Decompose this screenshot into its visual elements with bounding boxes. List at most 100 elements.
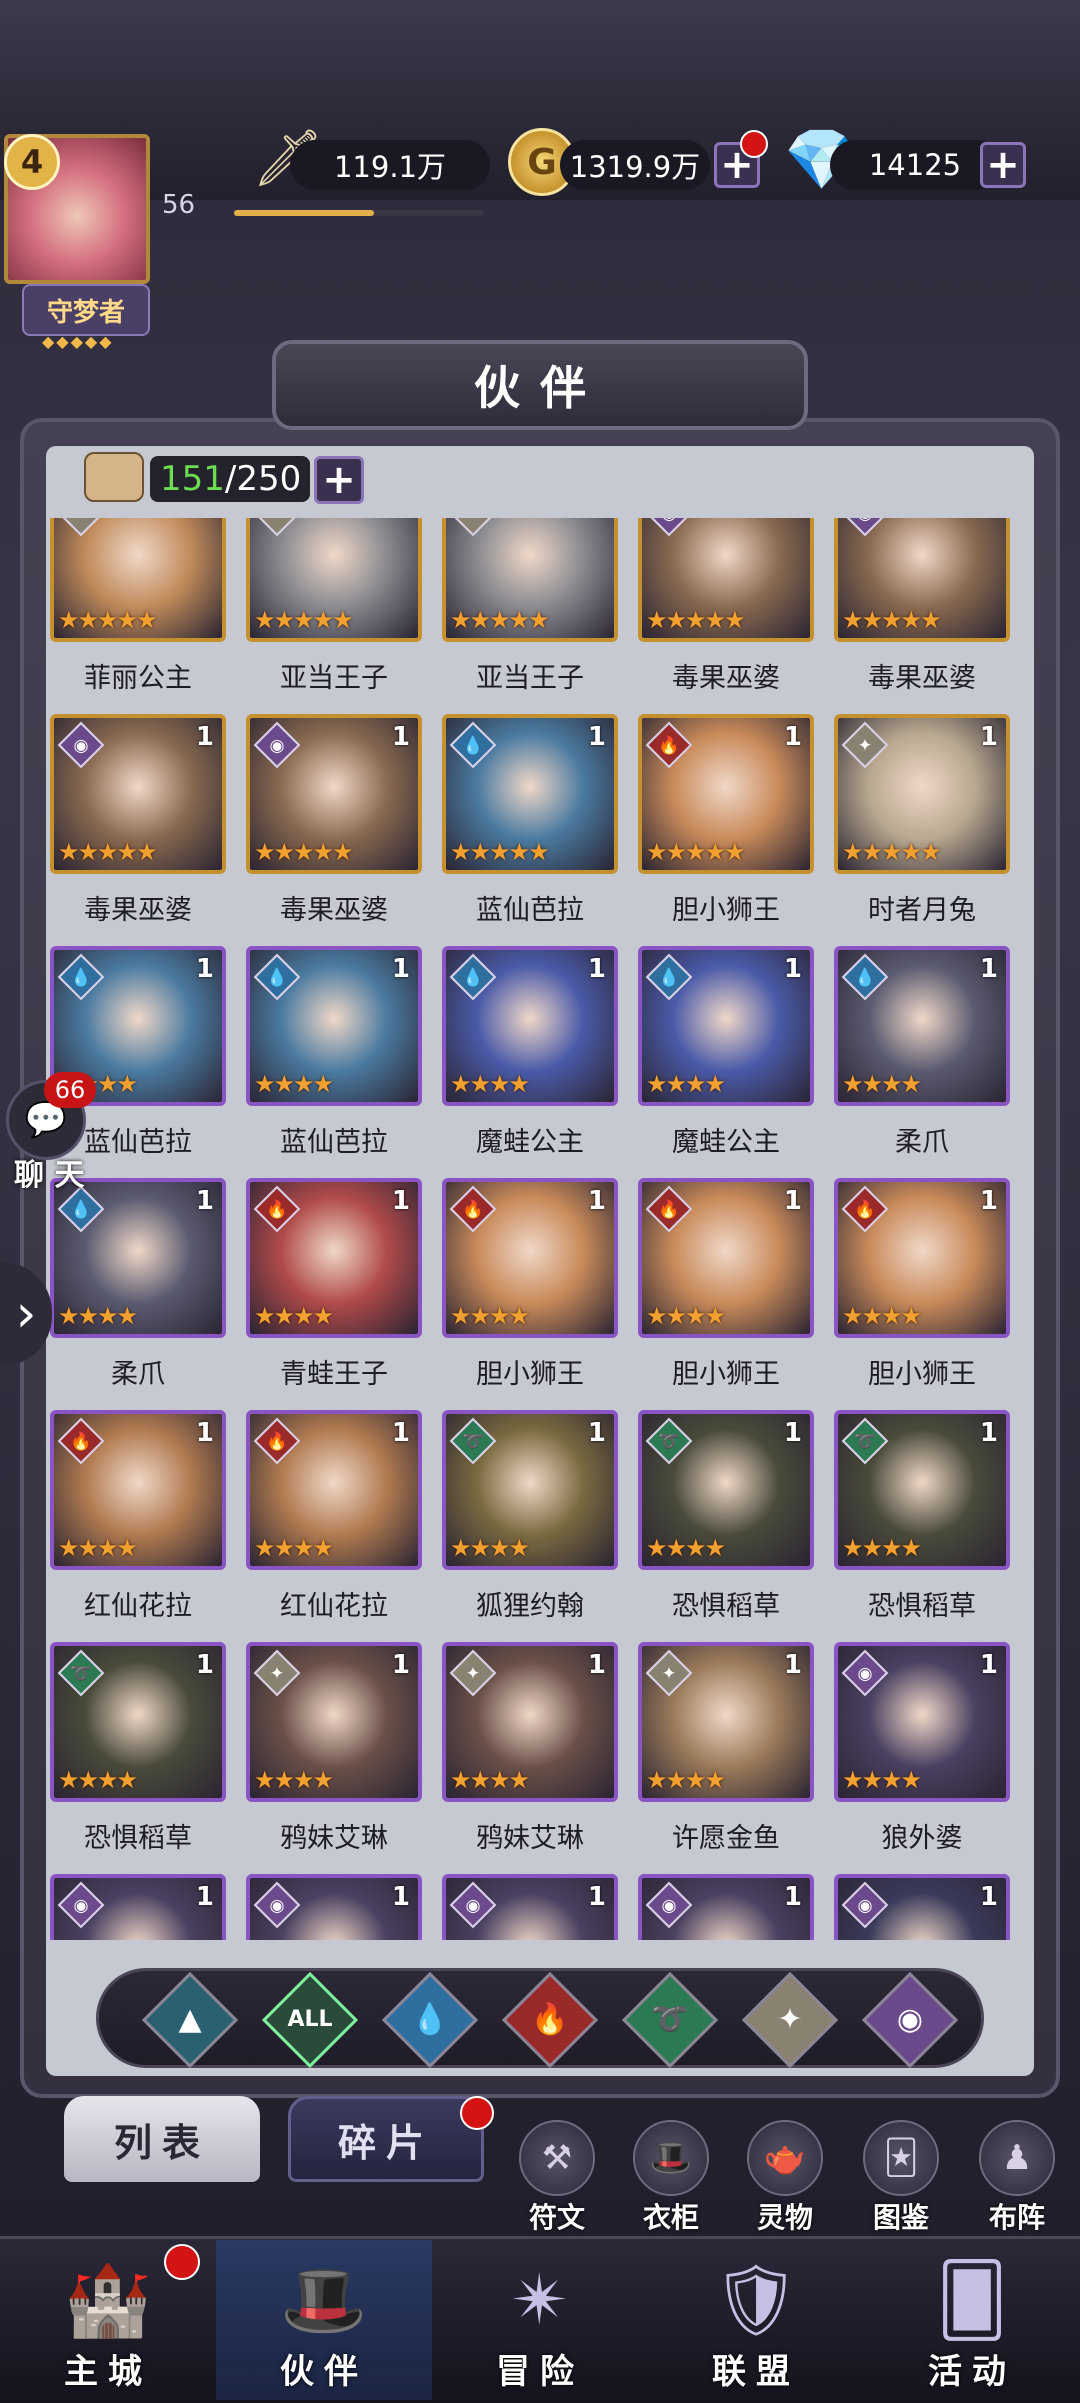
nav-cards[interactable]: 🂠 活动 — [864, 2240, 1080, 2400]
hero-grid[interactable]: ✦★★★★★ 菲丽公主 ✦★★★★★ 亚当王子 ✦★★★★★ 亚当王子 ◉★★★★★ 毒果巫婆… — [50, 518, 1030, 1940]
gem-value: 14125 — [830, 140, 1000, 190]
hero-level: 1 — [195, 1418, 214, 1448]
tool-formation[interactable]: ♟ 布阵 — [972, 2120, 1062, 2236]
hero-stars: ★★★★ — [842, 1070, 922, 1098]
hero-portrait-frame: 💧 1 ★★★★ — [834, 946, 1010, 1106]
hero-card[interactable]: ◉1★★★★ — [246, 1874, 426, 1940]
hero-card[interactable]: 🔥 1 ★★★★ 胆小狮王 — [834, 1178, 1014, 1414]
tool-wardrobe[interactable]: 🎩 衣柜 — [626, 2120, 716, 2236]
hero-card[interactable]: 🔥 1 ★★★★ 胆小狮王 — [638, 1178, 818, 1414]
hero-card[interactable]: ✦★★★★★ 亚当王子 — [246, 518, 426, 718]
hero-level: 1 — [587, 1650, 606, 1680]
tool-label: 衣柜 — [642, 2201, 699, 2234]
hero-card[interactable]: 💧 1 ★★★★ 柔爪 — [50, 1178, 230, 1414]
hero-level: 1 — [391, 1186, 410, 1216]
hero-card[interactable]: 🔥 1 ★★★★ 胆小狮王 — [442, 1178, 622, 1414]
hero-card[interactable]: ➰ 1 ★★★★ 狐狸约翰 — [442, 1410, 622, 1646]
hero-name: 胆小狮王 — [672, 895, 780, 926]
hero-stars: ★★★★★ — [58, 838, 158, 866]
hero-name: 狼外婆 — [881, 1823, 963, 1854]
hero-card[interactable]: ◉1★★★★ — [834, 1874, 1014, 1940]
hero-card[interactable]: ➰ 1 ★★★★ 恐惧稻草 — [834, 1410, 1014, 1646]
spirit-icon: 🫖 — [747, 2120, 823, 2196]
tab-fragments[interactable]: 碎片 — [288, 2096, 484, 2182]
nav-label: 联盟 — [712, 2352, 800, 2392]
hero-card[interactable]: 💧 1 ★★★★ 柔爪 — [834, 946, 1014, 1182]
chat-unread-badge: 66 — [44, 1072, 96, 1108]
notification-dot — [164, 2244, 200, 2280]
hero-stars: ★★★★★ — [646, 606, 746, 634]
hero-card[interactable]: ✦ 1 ★★★★★ 时者月兔 — [834, 714, 1014, 950]
tool-codex[interactable]: 🃏 图鉴 — [856, 2120, 946, 2236]
hero-portrait-frame: ◉1★★★★ — [638, 1874, 814, 1940]
hero-stars: ★★★★ — [450, 1302, 530, 1330]
add-gem-button[interactable]: + — [980, 142, 1026, 188]
hero-card[interactable]: ◉ 1 ★★★★ 狼外婆 — [834, 1642, 1014, 1878]
hero-stars: ★★★★ — [58, 1766, 138, 1794]
hero-name: 魔蛙公主 — [672, 1127, 780, 1158]
hero-stars: ★★★★ — [646, 1070, 726, 1098]
hero-card[interactable]: ✦★★★★★ 亚当王子 — [442, 518, 622, 718]
hero-stars: ★★★★ — [254, 1766, 334, 1794]
hero-name: 红仙花拉 — [84, 1591, 192, 1622]
hero-stars: ★★★★ — [254, 1534, 334, 1562]
witch-hat-icon: 🎩 — [280, 2259, 368, 2341]
hero-card[interactable]: ◉1★★★★ — [638, 1874, 818, 1940]
nav-label: 伙伴 — [280, 2352, 368, 2392]
hero-portrait-frame: 🔥 1 ★★★★ — [834, 1178, 1010, 1338]
hero-card[interactable]: ◉★★★★★ 毒果巫婆 — [638, 518, 818, 718]
hero-name: 时者月兔 — [868, 895, 976, 926]
hero-stars: ★★★★ — [58, 1302, 138, 1330]
hero-card[interactable]: 🔥 1 ★★★★ 红仙花拉 — [50, 1410, 230, 1646]
hero-card[interactable]: 💧 1 ★★★★ 魔蛙公主 — [442, 946, 622, 1182]
chat-label: 聊 天 — [14, 1158, 85, 1193]
hero-name: 魔蛙公主 — [476, 1127, 584, 1158]
hero-card[interactable]: ◉ 1 ★★★★★ 毒果巫婆 — [50, 714, 230, 950]
tool-label: 符文 — [528, 2201, 585, 2234]
hero-name: 蓝仙芭拉 — [280, 1127, 388, 1158]
player-title[interactable]: 守梦者 — [22, 284, 150, 336]
hero-card[interactable]: 💧 1 ★★★★ 魔蛙公主 — [638, 946, 818, 1182]
roster-max: /250 — [224, 459, 302, 499]
hero-card[interactable]: ◉1★★★★ — [442, 1874, 622, 1940]
hero-card[interactable]: ✦★★★★★ 菲丽公主 — [50, 518, 230, 718]
hero-level: 1 — [979, 722, 998, 752]
hero-card[interactable]: 🔥 1 ★★★★ 青蛙王子 — [246, 1178, 426, 1414]
hero-card[interactable]: ◉1★★★★ — [50, 1874, 230, 1940]
hero-name: 毒果巫婆 — [84, 895, 192, 926]
hero-stars: ★★★★ — [646, 1766, 726, 1794]
hero-card[interactable]: 🔥 1 ★★★★★ 胆小狮王 — [638, 714, 818, 950]
hero-card[interactable]: ✦ 1 ★★★★ 许愿金鱼 — [638, 1642, 818, 1878]
notification-dot — [740, 130, 768, 158]
hero-card[interactable]: ◉★★★★★ 毒果巫婆 — [834, 518, 1014, 718]
tool-rune[interactable]: ⚒ 符文 — [512, 2120, 602, 2236]
hero-card[interactable]: 🔥 1 ★★★★ 红仙花拉 — [246, 1410, 426, 1646]
hero-portrait-frame: 🔥 1 ★★★★ — [246, 1410, 422, 1570]
hero-card[interactable]: ✦ 1 ★★★★ 鸦妹艾琳 — [246, 1642, 426, 1878]
hero-name: 恐惧稻草 — [868, 1591, 976, 1622]
hero-card[interactable]: ✦ 1 ★★★★ 鸦妹艾琳 — [442, 1642, 622, 1878]
hero-name: 菲丽公主 — [84, 663, 192, 694]
hero-stars: ★★★★ — [254, 1070, 334, 1098]
expand-roster-button[interactable]: + — [314, 456, 364, 504]
hero-card[interactable]: ◉ 1 ★★★★★ 毒果巫婆 — [246, 714, 426, 950]
hero-level: 1 — [783, 954, 802, 984]
hero-level: 1 — [783, 1882, 802, 1912]
nav-compass[interactable]: ✴ 冒险 — [432, 2240, 648, 2400]
hero-card[interactable]: ➰ 1 ★★★★ 恐惧稻草 — [50, 1642, 230, 1878]
hero-level: 1 — [587, 954, 606, 984]
hero-name: 青蛙王子 — [280, 1359, 388, 1390]
nav-label: 活动 — [928, 2352, 1016, 2392]
tool-spirit[interactable]: 🫖 灵物 — [740, 2120, 830, 2236]
hero-level: 1 — [979, 1882, 998, 1912]
hero-level: 1 — [391, 722, 410, 752]
tool-label: 灵物 — [756, 2201, 813, 2234]
tool-label: 图鉴 — [872, 2201, 929, 2234]
hero-card[interactable]: ➰ 1 ★★★★ 恐惧稻草 — [638, 1410, 818, 1646]
hero-card[interactable]: 💧 1 ★★★★ 蓝仙芭拉 — [246, 946, 426, 1182]
tab-list[interactable]: 列表 — [64, 2096, 260, 2182]
hero-card[interactable]: 💧 1 ★★★★★ 蓝仙芭拉 — [442, 714, 622, 950]
nav-witch-hat[interactable]: 🎩 伙伴 — [216, 2240, 432, 2400]
hero-card[interactable]: 💧 1 ★★★★ 蓝仙芭拉 — [50, 946, 230, 1182]
nav-shield[interactable]: 🛡 联盟 — [648, 2240, 864, 2400]
